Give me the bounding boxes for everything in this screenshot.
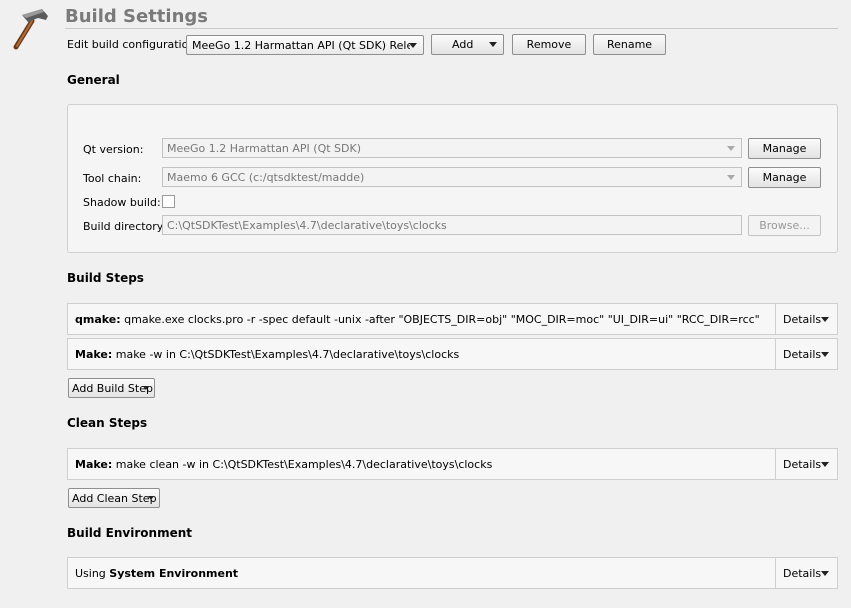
tool-chain-label: Tool chain: [83, 172, 142, 185]
step-command: make clean -w in C:\QtSDKTest\Examples\4… [115, 458, 493, 471]
build-step-make[interactable]: Make: make -w in C:\QtSDKTest\Examples\4… [67, 338, 838, 370]
add-clean-step-label: Add Clean Step [72, 491, 157, 505]
step-name: qmake: [75, 313, 121, 326]
environment-value: System Environment [109, 567, 239, 580]
chevron-down-icon [143, 386, 149, 390]
chevron-down-icon [727, 175, 735, 180]
tool-chain-value: Maemo 6 GCC (c:/qtsdktest/madde) [167, 170, 365, 184]
chevron-down-icon [409, 43, 417, 48]
details-label: Details [783, 312, 822, 326]
step-command: make -w in C:\QtSDKTest\Examples\4.7\dec… [115, 348, 460, 361]
add-build-step-label: Add Build Step [72, 381, 153, 395]
details-label: Details [783, 566, 822, 580]
build-directory-label: Build directory: [83, 220, 167, 233]
add-config-label: Add [452, 38, 474, 51]
step-command: qmake.exe clocks.pro -r -spec default -u… [124, 313, 760, 326]
details-label: Details [783, 457, 822, 471]
build-directory-input[interactable]: C:\QtSDKTest\Examples\4.7\declarative\to… [162, 215, 742, 235]
manage-toolchain-button[interactable]: Manage [748, 167, 821, 188]
details-button[interactable]: Details [775, 449, 837, 479]
chevron-down-icon [821, 317, 829, 322]
build-step-qmake[interactable]: qmake: qmake.exe clocks.pro -r -spec def… [67, 303, 838, 335]
add-clean-step-button[interactable]: Add Clean Step [68, 488, 160, 508]
chevron-down-icon [148, 496, 154, 500]
clean-step-make[interactable]: Make: make clean -w in C:\QtSDKTest\Exam… [67, 448, 838, 480]
step-name: Make: [75, 348, 113, 361]
environment-prefix: Using [75, 567, 106, 580]
shadow-build-checkbox[interactable] [162, 195, 175, 208]
step-name: Make: [75, 458, 113, 471]
title-divider [65, 28, 838, 29]
build-config-select[interactable]: MeeGo 1.2 Harmattan API (Qt SDK) Release [186, 35, 424, 55]
manage-qt-button[interactable]: Manage [748, 138, 821, 159]
details-label: Details [783, 347, 822, 361]
build-environment-row[interactable]: Using System Environment Details [67, 557, 838, 589]
environment-summary: Using System Environment [75, 567, 238, 580]
chevron-down-icon [821, 352, 829, 357]
add-build-step-button[interactable]: Add Build Step [68, 378, 155, 398]
tool-chain-select[interactable]: Maemo 6 GCC (c:/qtsdktest/madde) [162, 167, 742, 187]
remove-config-button[interactable]: Remove [512, 34, 586, 55]
build-config-value: MeeGo 1.2 Harmattan API (Qt SDK) Release [192, 38, 410, 52]
step-summary: Make: make -w in C:\QtSDKTest\Examples\4… [75, 348, 459, 361]
details-button[interactable]: Details [775, 558, 837, 588]
clean-steps-heading: Clean Steps [67, 416, 148, 430]
build-environment-heading: Build Environment [67, 526, 192, 540]
config-label: Edit build configuration: [67, 38, 200, 51]
step-summary: Make: make clean -w in C:\QtSDKTest\Exam… [75, 458, 492, 471]
page-title: Build Settings [65, 6, 208, 27]
step-summary: qmake: qmake.exe clocks.pro -r -spec def… [75, 313, 760, 326]
build-directory-value: C:\QtSDKTest\Examples\4.7\declarative\to… [167, 218, 447, 232]
build-steps-heading: Build Steps [67, 271, 144, 285]
details-button[interactable]: Details [775, 339, 837, 369]
chevron-down-icon [489, 42, 497, 47]
qt-version-select[interactable]: MeeGo 1.2 Harmattan API (Qt SDK) [162, 138, 742, 158]
hammer-icon [13, 9, 48, 50]
chevron-down-icon [821, 571, 829, 576]
browse-button[interactable]: Browse... [748, 215, 821, 236]
general-heading: General [67, 73, 120, 87]
qt-version-label: Qt version: [83, 143, 144, 156]
add-config-button[interactable]: Add [431, 34, 504, 55]
rename-config-button[interactable]: Rename [593, 34, 666, 55]
shadow-build-label: Shadow build: [83, 196, 161, 209]
qt-version-value: MeeGo 1.2 Harmattan API (Qt SDK) [167, 141, 362, 155]
chevron-down-icon [727, 146, 735, 151]
chevron-down-icon [821, 462, 829, 467]
details-button[interactable]: Details [775, 304, 837, 334]
